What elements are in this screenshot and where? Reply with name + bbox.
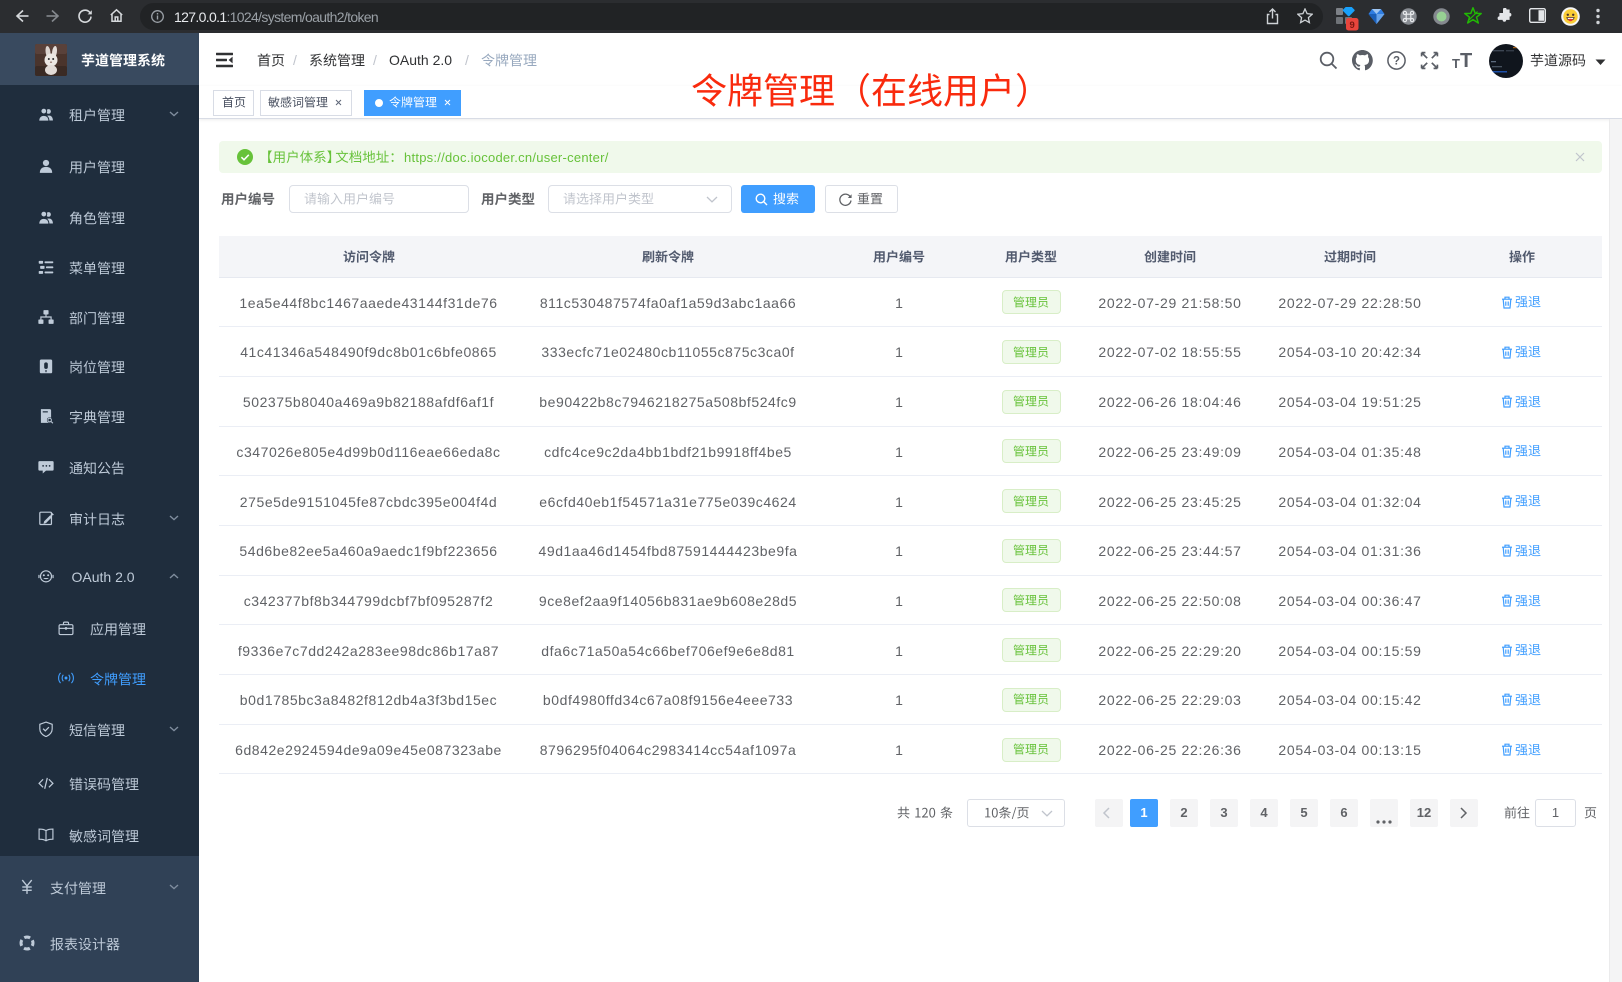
svg-text:?: ? bbox=[1393, 56, 1400, 68]
svg-text:9: 9 bbox=[1350, 20, 1355, 31]
